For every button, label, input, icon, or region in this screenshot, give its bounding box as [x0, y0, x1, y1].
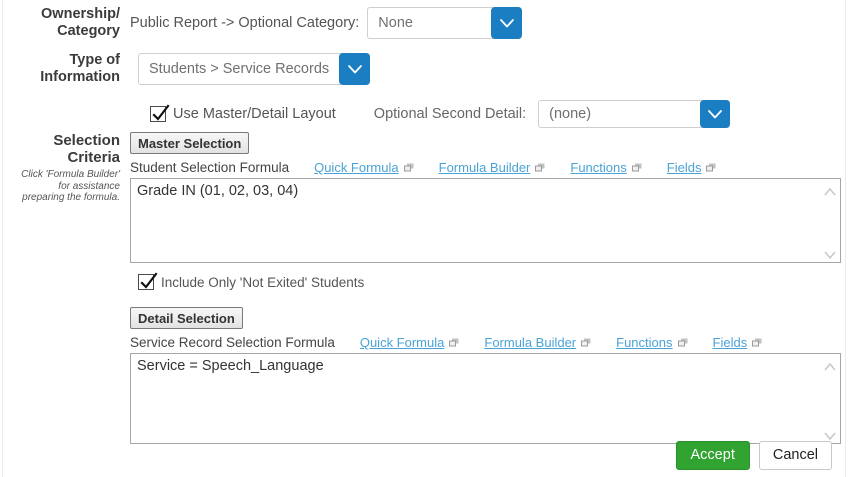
- ownership-category-row: Ownership/ Category Public Report -> Opt…: [0, 6, 858, 40]
- master-formula-text: Grade IN (01, 02, 03, 04): [137, 183, 298, 199]
- detail-fields-link[interactable]: Fields: [713, 335, 763, 350]
- scroll-down-icon[interactable]: [823, 247, 837, 257]
- type-of-information-value: Students > Service Records: [139, 54, 339, 84]
- type-of-information-row: Type of Information Students > Service R…: [0, 52, 858, 86]
- action-buttons: Accept Cancel: [0, 441, 832, 470]
- use-master-detail-checkbox[interactable]: [150, 106, 166, 122]
- popup-window-icon: [706, 160, 716, 175]
- include-not-exited-row: Include Only 'Not Exited' Students: [138, 274, 841, 290]
- ownership-category-label: Ownership/ Category: [0, 6, 130, 40]
- master-selection-section-label: Master Selection: [130, 132, 249, 154]
- popup-window-icon: [752, 335, 762, 350]
- popup-window-icon: [581, 335, 591, 350]
- selection-criteria-block: Selection Criteria Click 'Formula Builde…: [0, 132, 858, 444]
- master-quick-formula-link[interactable]: Quick Formula: [314, 160, 414, 175]
- master-formula-toolbar: Student Selection Formula Quick Formula …: [130, 160, 841, 175]
- optional-second-detail-label: Optional Second Detail:: [374, 106, 526, 122]
- master-formula-textarea[interactable]: Grade IN (01, 02, 03, 04): [130, 178, 841, 263]
- detail-formula-builder-link[interactable]: Formula Builder: [484, 335, 591, 350]
- popup-window-icon: [535, 160, 545, 175]
- scroll-up-icon[interactable]: [823, 359, 837, 369]
- popup-window-icon: [449, 335, 459, 350]
- detail-functions-link[interactable]: Functions: [616, 335, 687, 350]
- master-fields-link[interactable]: Fields: [667, 160, 717, 175]
- cancel-button[interactable]: Cancel: [759, 441, 832, 470]
- optional-second-detail-value: (none): [539, 101, 700, 127]
- scroll-down-icon[interactable]: [823, 428, 837, 438]
- detail-selection-section-label: Detail Selection: [130, 307, 243, 329]
- selection-criteria-label: Selection Criteria: [0, 132, 120, 166]
- selection-criteria-content: Master Selection Student Selection Formu…: [130, 132, 841, 444]
- master-detail-row: Use Master/Detail Layout Optional Second…: [150, 100, 858, 128]
- include-not-exited-label: Include Only 'Not Exited' Students: [161, 275, 364, 290]
- accept-button[interactable]: Accept: [676, 441, 750, 470]
- detail-quick-formula-link[interactable]: Quick Formula: [360, 335, 460, 350]
- detail-formula-textarea[interactable]: Service = Speech_Language: [130, 353, 841, 444]
- chevron-down-icon[interactable]: [700, 100, 730, 128]
- detail-formula-toolbar: Service Record Selection Formula Quick F…: [130, 335, 841, 350]
- include-not-exited-checkbox[interactable]: [138, 274, 154, 290]
- student-selection-formula-label: Student Selection Formula: [130, 160, 289, 175]
- scroll-up-icon[interactable]: [823, 184, 837, 194]
- popup-window-icon: [404, 160, 414, 175]
- report-settings-form: Ownership/ Category Public Report -> Opt…: [0, 0, 858, 477]
- master-functions-link[interactable]: Functions: [570, 160, 641, 175]
- selection-criteria-label-col: Selection Criteria Click 'Formula Builde…: [0, 132, 130, 204]
- selection-criteria-hint: Click 'Formula Builder' for assistance p…: [0, 169, 120, 204]
- popup-window-icon: [678, 335, 688, 350]
- type-of-information-label: Type of Information: [0, 52, 130, 86]
- type-of-information-select[interactable]: Students > Service Records: [138, 53, 370, 85]
- detail-formula-text: Service = Speech_Language: [137, 358, 324, 374]
- optional-category-select[interactable]: None: [367, 7, 522, 39]
- optional-second-detail-select[interactable]: (none): [538, 100, 730, 128]
- master-formula-builder-link[interactable]: Formula Builder: [439, 160, 546, 175]
- optional-category-prefix: Public Report -> Optional Category:: [130, 15, 359, 31]
- use-master-detail-label: Use Master/Detail Layout: [173, 106, 336, 122]
- optional-category-value: None: [368, 8, 491, 38]
- popup-window-icon: [632, 160, 642, 175]
- service-record-selection-formula-label: Service Record Selection Formula: [130, 335, 335, 350]
- chevron-down-icon[interactable]: [491, 7, 522, 39]
- chevron-down-icon[interactable]: [339, 53, 370, 85]
